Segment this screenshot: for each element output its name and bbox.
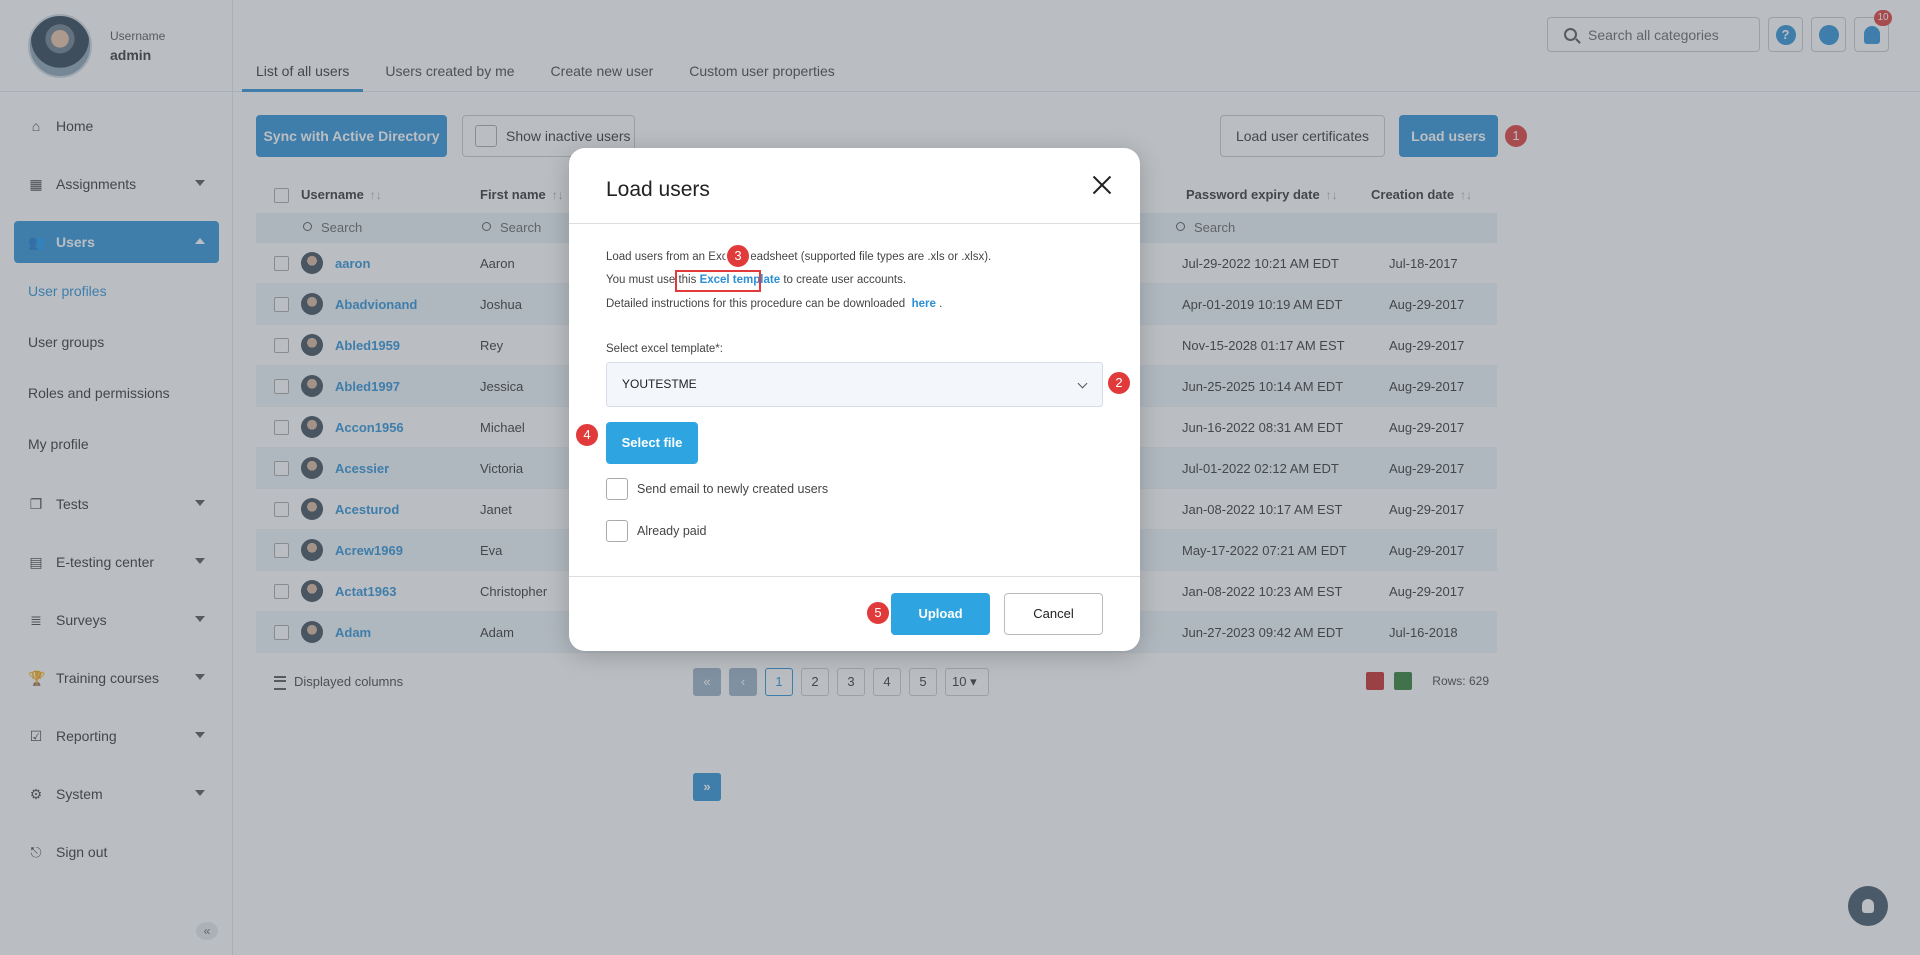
instruction-text: Detailed instructions for this procedure… [606,298,906,310]
step-badge-4: 4 [574,422,600,448]
excel-template-highlight [675,270,761,292]
dialog-title: Load users [606,178,710,201]
already-paid-checkbox[interactable] [606,520,628,542]
load-users-dialog: Load users Load users from an Exc readshe… [569,148,1140,651]
instruction-text: to create user accounts. [783,274,907,286]
instruction-text: readsheet (supported file types are .xls… [746,251,992,263]
select-template-label: Select excel template*: [606,343,723,355]
chevron-down-icon [1077,378,1088,389]
step-badge-2: 2 [1106,370,1132,396]
instructions-line-3: Detailed instructions for this procedure… [606,298,942,310]
step-badge-5: 5 [865,600,891,626]
instructions-here-link[interactable]: here [912,298,936,310]
close-icon[interactable] [1091,175,1113,197]
excel-template-select[interactable]: YOUTESTME [606,362,1103,407]
send-email-label: Send email to newly created users [637,482,829,496]
already-paid-label: Already paid [637,524,707,538]
instructions-line-1: Load users from an Exc readsheet (support… [606,251,991,263]
select-file-button[interactable]: Select file [606,422,698,464]
divider [569,223,1140,224]
divider [569,576,1140,577]
select-value: YOUTESTME [622,377,697,391]
send-email-option[interactable]: Send email to newly created users [606,478,828,500]
upload-button[interactable]: Upload [891,593,990,635]
send-email-checkbox[interactable] [606,478,628,500]
cancel-button[interactable]: Cancel [1004,593,1103,635]
instruction-text: . [939,298,943,310]
step-badge-3: 3 [725,243,751,269]
instruction-text: Load users from an Exc [606,251,728,263]
already-paid-option[interactable]: Already paid [606,520,707,542]
